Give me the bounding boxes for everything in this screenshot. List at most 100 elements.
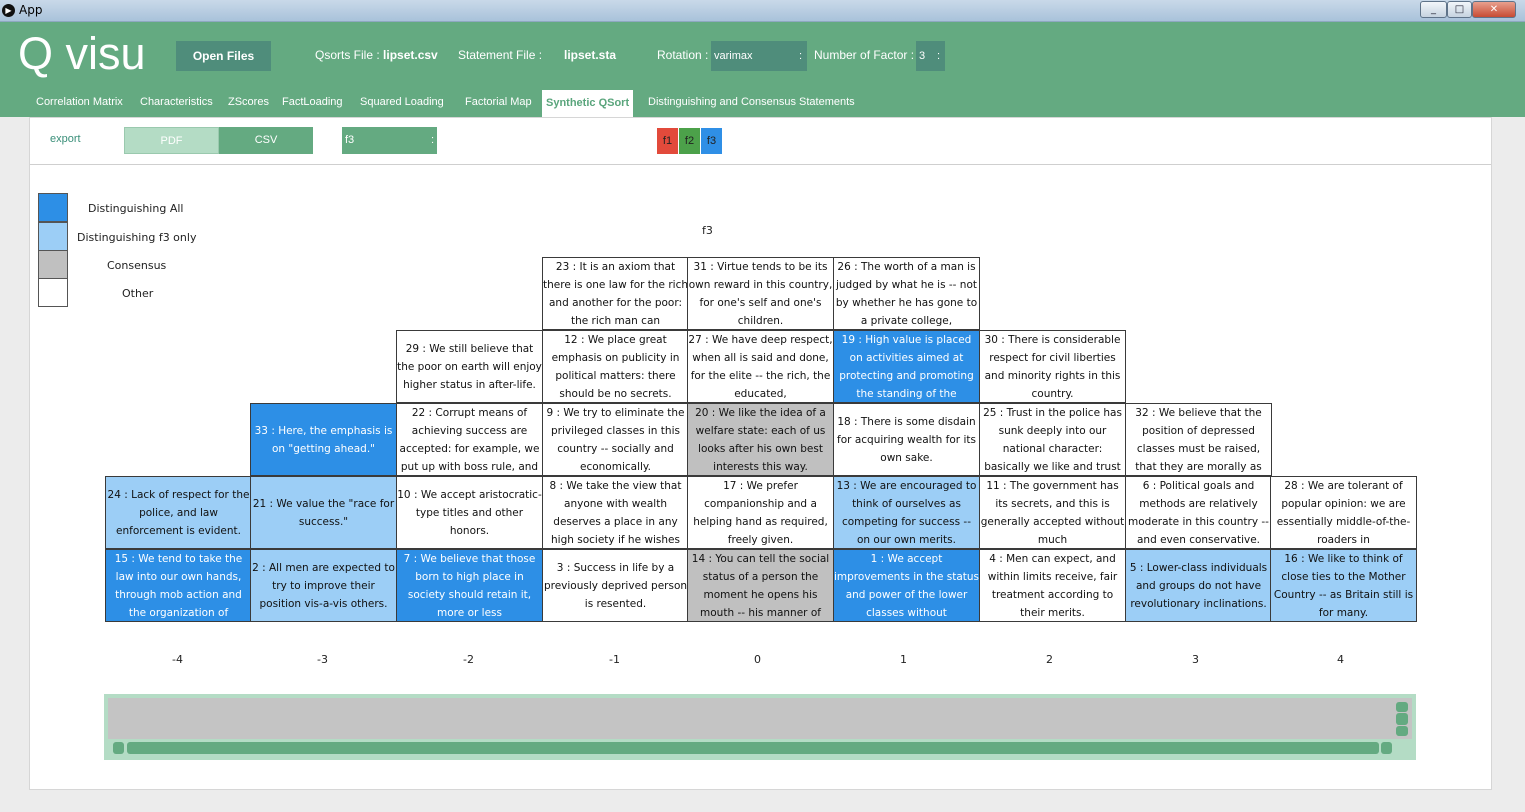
toolbar-divider xyxy=(30,164,1491,165)
factor-button-f2[interactable]: f2 xyxy=(679,128,700,154)
statement-card[interactable]: 6 : Political goals and methods are rela… xyxy=(1125,476,1272,549)
legend-swatch-distinguishing-all xyxy=(38,193,68,222)
legend-swatch-other xyxy=(38,278,68,307)
legend-label-consensus: Consensus xyxy=(107,259,167,272)
statement-file-label: Statement File : xyxy=(458,48,543,62)
factors-select[interactable]: 3 : xyxy=(916,41,945,71)
factors-dropdown-icon: : xyxy=(936,50,940,62)
factor-button-f3[interactable]: f3 xyxy=(701,128,722,154)
statement-card[interactable]: 8 : We take the view that anyone with we… xyxy=(542,476,689,549)
statement-text: 5 : Lower-class individuals and groups d… xyxy=(1129,561,1268,610)
qsort-grid-title: f3 xyxy=(702,224,713,237)
statement-text: 11 : The government has its secrets, and… xyxy=(980,479,1125,546)
statement-text: 2 : All men are expected to try to impro… xyxy=(252,561,395,610)
factors-label: Number of Factor : xyxy=(814,48,915,62)
scroll-left-icon[interactable] xyxy=(113,742,124,754)
statement-card[interactable]: 31 : Virtue tends to be its own reward i… xyxy=(687,257,834,330)
statement-card[interactable]: 11 : The government has its secrets, and… xyxy=(979,476,1126,549)
statement-card[interactable]: 14 : You can tell the social status of a… xyxy=(687,549,834,622)
factor-dropdown-icon: : xyxy=(430,134,434,146)
statement-card[interactable]: 22 : Corrupt means of achieving success … xyxy=(396,403,543,476)
statement-card[interactable]: 30 : There is considerable respect for c… xyxy=(979,330,1126,403)
statement-card[interactable]: 1 : We accept improvements in the status… xyxy=(833,549,980,622)
statement-card[interactable]: 9 : We try to eliminate the privileged c… xyxy=(542,403,689,476)
statement-card[interactable]: 25 : Trust in the police has sunk deeply… xyxy=(979,403,1126,476)
factor-select-value: f3 xyxy=(345,134,355,146)
rotation-value: varimax xyxy=(714,50,753,62)
statement-text: 19 : High value is placed on activities … xyxy=(839,333,974,400)
statement-card[interactable]: 5 : Lower-class individuals and groups d… xyxy=(1125,549,1272,622)
score-label: -3 xyxy=(317,653,328,666)
statement-card[interactable]: 19 : High value is placed on activities … xyxy=(833,330,980,403)
statement-card[interactable]: 2 : All men are expected to try to impro… xyxy=(250,549,397,622)
score-label: 0 xyxy=(754,653,761,666)
legend-swatch-distinguishing-f3 xyxy=(38,222,68,251)
statement-card[interactable]: 21 : We value the "race for success." xyxy=(250,476,397,549)
statement-card[interactable]: 26 : The worth of a man is judged by wha… xyxy=(833,257,980,330)
hscroll-thumb[interactable] xyxy=(127,742,1379,754)
tab-squared-loading[interactable]: Squared Loading xyxy=(360,96,444,108)
qsorts-label: Qsorts File : xyxy=(315,48,380,62)
scroll-viewport xyxy=(108,698,1412,739)
factor-button-f1[interactable]: f1 xyxy=(657,128,678,154)
statement-card[interactable]: 3 : Success in life by a previously depr… xyxy=(542,549,689,622)
csv-export-button[interactable]: CSV xyxy=(219,127,313,154)
legend-label-distinguishing-all: Distinguishing All xyxy=(88,202,184,215)
qsorts-file-label: Qsorts File : lipset.csv xyxy=(315,48,438,62)
statement-card[interactable]: 4 : Men can expect, and within limits re… xyxy=(979,549,1126,622)
tab-zscores[interactable]: ZScores xyxy=(228,96,269,108)
statement-text: 14 : You can tell the social status of a… xyxy=(691,552,830,619)
statement-card[interactable]: 24 : Lack of respect for the police, and… xyxy=(105,476,252,549)
maximize-button[interactable]: □ xyxy=(1447,1,1472,18)
statement-card[interactable]: 7 : We believe that those born to high p… xyxy=(396,549,543,622)
rotation-select[interactable]: varimax : xyxy=(711,41,807,71)
statement-card[interactable]: 16 : We like to think of close ties to t… xyxy=(1270,549,1417,622)
statement-text: 30 : There is considerable respect for c… xyxy=(984,333,1121,400)
statement-text: 13 : We are encouraged to think of ourse… xyxy=(836,479,977,546)
window-title: App xyxy=(19,3,43,17)
export-link[interactable]: export xyxy=(50,133,81,145)
statement-card[interactable]: 32 : We believe that the position of dep… xyxy=(1125,403,1272,476)
vscroll-up-button[interactable] xyxy=(1396,702,1408,712)
statement-card[interactable]: 18 : There is some disdain for acquiring… xyxy=(833,403,980,476)
tab-distinguishing-consensus[interactable]: Distinguishing and Consensus Statements xyxy=(648,96,855,108)
factor-select[interactable]: f3 : xyxy=(342,127,437,154)
score-label: -4 xyxy=(172,653,183,666)
statement-card[interactable]: 27 : We have deep respect, when all is s… xyxy=(687,330,834,403)
minimize-button[interactable]: _ xyxy=(1420,1,1447,18)
statement-card[interactable]: 29 : We still believe that the poor on e… xyxy=(396,330,543,403)
statement-text: 7 : We believe that those born to high p… xyxy=(403,552,536,619)
statement-text: 8 : We take the view that anyone with we… xyxy=(549,479,682,546)
qsorts-file-value: lipset.csv xyxy=(383,48,438,62)
statement-card[interactable]: 15 : We tend to take the law into our ow… xyxy=(105,549,252,622)
statement-text: 27 : We have deep respect, when all is s… xyxy=(688,333,833,400)
app-header: Q visu Open Files Qsorts File : lipset.c… xyxy=(0,22,1525,117)
score-label: 3 xyxy=(1192,653,1199,666)
statement-card[interactable]: 33 : Here, the emphasis is on "getting a… xyxy=(250,403,397,476)
statement-card[interactable]: 10 : We accept aristocratic-type titles … xyxy=(396,476,543,549)
app-logo: Q visu xyxy=(18,28,146,79)
statement-text: 10 : We accept aristocratic-type titles … xyxy=(397,488,542,537)
statement-card[interactable]: 28 : We are tolerant of popular opinion:… xyxy=(1270,476,1417,549)
tab-correlation-matrix[interactable]: Correlation Matrix xyxy=(36,96,123,108)
pdf-export-button[interactable]: PDF xyxy=(124,127,219,154)
tab-characteristics[interactable]: Characteristics xyxy=(140,96,213,108)
legend-label-distinguishing-f3: Distinguishing f3 only xyxy=(77,231,197,244)
statement-card[interactable]: 23 : It is an axiom that there is one la… xyxy=(542,257,689,330)
score-label: 4 xyxy=(1337,653,1344,666)
score-label: 1 xyxy=(900,653,907,666)
statement-card[interactable]: 17 : We prefer companionship and a helpi… xyxy=(687,476,834,549)
statement-text: 26 : The worth of a man is judged by wha… xyxy=(835,260,978,327)
statement-card[interactable]: 12 : We place great emphasis on publicit… xyxy=(542,330,689,403)
scroll-right-icon[interactable] xyxy=(1381,742,1392,754)
tab-factorial-map[interactable]: Factorial Map xyxy=(465,96,532,108)
open-files-button[interactable]: Open Files xyxy=(176,41,271,71)
tab-factloading[interactable]: FactLoading xyxy=(282,96,343,108)
statement-card[interactable]: 20 : We like the idea of a welfare state… xyxy=(687,403,834,476)
close-button[interactable]: ✕ xyxy=(1472,1,1516,18)
vscroll-thumb[interactable] xyxy=(1396,713,1408,725)
window-titlebar xyxy=(0,0,1525,22)
tab-synthetic-qsort[interactable]: Synthetic QSort xyxy=(542,90,634,117)
statement-card[interactable]: 13 : We are encouraged to think of ourse… xyxy=(833,476,980,549)
vscroll-down-button[interactable] xyxy=(1396,726,1408,736)
